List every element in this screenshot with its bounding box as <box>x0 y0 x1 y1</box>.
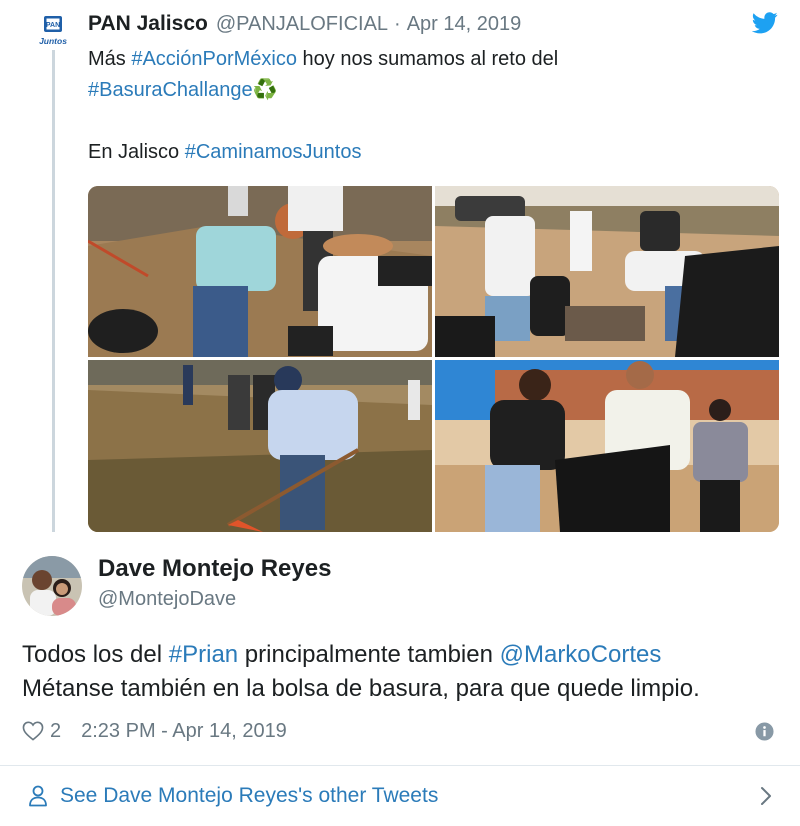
timestamp[interactable]: 2:23 PM - Apr 14, 2019 <box>81 720 287 743</box>
tweet-meta: 2 2:23 PM - Apr 14, 2019 <box>22 716 287 746</box>
text-segment: Más <box>88 48 132 70</box>
logo-text-bottom: Juntos <box>39 36 67 46</box>
text-segment: principalmente tambien <box>238 641 500 668</box>
hashtag-basurachallange[interactable]: #BasuraChallange <box>88 79 253 101</box>
see-other-tweets-label: See Dave Montejo Reyes's other Tweets <box>60 784 439 807</box>
text-segment: En Jalisco <box>88 141 185 163</box>
hashtag-prian[interactable]: #Prian <box>169 641 238 668</box>
text-segment: Métanse también en la bolsa de basura, p… <box>22 675 700 702</box>
parent-date[interactable]: Apr 14, 2019 <box>407 13 522 36</box>
hashtag-caminamosjuntos[interactable]: #CaminamosJuntos <box>185 141 362 163</box>
person-icon <box>28 785 48 807</box>
pan-jalisco-logo[interactable]: PAN Juntos <box>36 14 70 48</box>
photo-1[interactable] <box>88 186 432 357</box>
avatar[interactable] <box>22 556 82 616</box>
parent-author-name[interactable]: PAN Jalisco <box>88 12 208 36</box>
parent-author-handle[interactable]: @PANJALOFICIAL <box>216 13 388 36</box>
parent-header: PAN Jalisco @PANJALOFICIAL · Apr 14, 201… <box>88 12 521 36</box>
separator-dot: · <box>394 13 401 35</box>
hashtag-accionpormexico[interactable]: #AcciónPorMéxico <box>131 48 297 70</box>
heart-icon[interactable] <box>22 721 44 741</box>
text-segment: hoy nos sumamos al reto del <box>296 48 559 70</box>
text-segment: Todos los del <box>22 641 169 668</box>
photo-2[interactable] <box>435 186 779 357</box>
photo-3[interactable] <box>88 360 432 532</box>
author-name[interactable]: Dave Montejo Reyes <box>98 555 331 583</box>
recycle-emoji: ♻️ <box>252 79 278 101</box>
info-icon[interactable] <box>755 722 774 741</box>
chevron-right-icon[interactable] <box>760 786 772 806</box>
author-handle[interactable]: @MontejoDave <box>98 588 236 611</box>
photo-4[interactable] <box>435 360 779 532</box>
tweet-text: Todos los del #Prian principalmente tamb… <box>22 638 782 706</box>
mention-markocortes[interactable]: @MarkoCortes <box>500 641 662 668</box>
thread-line <box>52 50 55 532</box>
photo-grid <box>88 186 779 532</box>
logo-text-top: PAN <box>46 22 60 29</box>
parent-tweet-text: Más #AcciónPorMéxico hoy nos sumamos al … <box>88 44 768 168</box>
like-count[interactable]: 2 <box>50 720 61 743</box>
twitter-bird-icon[interactable] <box>751 12 778 34</box>
see-other-tweets-link[interactable]: See Dave Montejo Reyes's other Tweets <box>0 766 800 826</box>
